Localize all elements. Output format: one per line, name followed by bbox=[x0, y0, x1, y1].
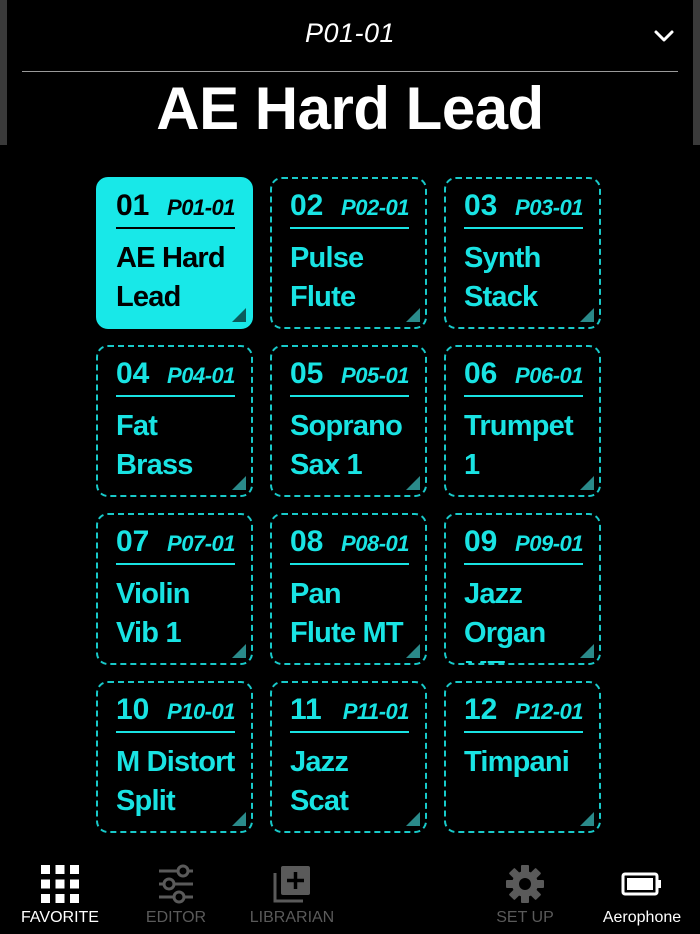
card-header: 03 P03-01 bbox=[464, 189, 583, 229]
nav-librarian-label: LIBRARIAN bbox=[249, 909, 335, 926]
card-patch-name: Pulse Flute bbox=[290, 242, 364, 313]
corner-triangle-icon bbox=[232, 476, 246, 490]
card-patch-name: M Distort Split bbox=[116, 746, 235, 817]
card-index: 04 bbox=[116, 357, 150, 390]
card-header: 02 P02-01 bbox=[290, 189, 409, 229]
favorite-card-10[interactable]: 10 P10-01 M Distort Split bbox=[96, 681, 253, 833]
corner-triangle-icon bbox=[580, 476, 594, 490]
header-divider bbox=[22, 71, 678, 72]
card-patch-number: P11-01 bbox=[342, 699, 410, 724]
card-index: 07 bbox=[116, 525, 150, 558]
nav-editor[interactable]: EDITOR bbox=[116, 855, 236, 934]
favorite-card-01[interactable]: 01 P01-01 AE Hard Lead bbox=[96, 177, 253, 329]
chevron-down-icon[interactable] bbox=[650, 22, 678, 50]
card-patch-name: Jazz Organ MT bbox=[464, 578, 546, 663]
favorite-card-05[interactable]: 05 P05-01 Soprano Sax 1 bbox=[270, 345, 427, 497]
card-patch-name: Jazz Scat bbox=[290, 746, 349, 817]
favorite-card-03[interactable]: 03 P03-01 Synth Stack bbox=[444, 177, 601, 329]
battery-icon bbox=[621, 872, 661, 896]
card-header: 09 P09-01 bbox=[464, 525, 583, 565]
card-index: 08 bbox=[290, 525, 324, 558]
card-patch-number: P03-01 bbox=[515, 195, 583, 220]
card-header: 01 P01-01 bbox=[116, 189, 235, 229]
card-index: 02 bbox=[290, 189, 324, 222]
favorite-card-12[interactable]: 12 P12-01 Timpani bbox=[444, 681, 601, 833]
card-header: 12 P12-01 bbox=[464, 693, 583, 733]
card-header: 07 P07-01 bbox=[116, 525, 235, 565]
corner-triangle-icon bbox=[580, 308, 594, 322]
card-index: 12 bbox=[464, 693, 498, 726]
corner-triangle-icon bbox=[232, 644, 246, 658]
card-header: 06 P06-01 bbox=[464, 357, 583, 397]
card-patch-number: P07-01 bbox=[167, 531, 235, 556]
nav-device-label: Aerophone bbox=[602, 909, 682, 926]
card-header: 11 P11-01 bbox=[290, 693, 410, 733]
corner-triangle-icon bbox=[232, 308, 246, 322]
nav-librarian[interactable]: LIBRARIAN bbox=[232, 855, 352, 934]
current-patch-name: AE Hard Lead bbox=[156, 75, 544, 142]
card-header: 10 P10-01 bbox=[116, 693, 235, 733]
corner-triangle-icon bbox=[232, 812, 246, 826]
nav-setup-label: SET UP bbox=[496, 909, 554, 926]
card-patch-number: P12-01 bbox=[515, 699, 583, 724]
card-patch-number: P06-01 bbox=[515, 363, 583, 388]
card-index: 01 bbox=[116, 189, 150, 222]
card-patch-name: Trumpet 1 bbox=[464, 410, 574, 481]
card-header: 08 P08-01 bbox=[290, 525, 409, 565]
card-patch-number: P08-01 bbox=[341, 531, 409, 556]
favorite-card-02[interactable]: 02 P02-01 Pulse Flute bbox=[270, 177, 427, 329]
corner-triangle-icon bbox=[406, 644, 420, 658]
corner-triangle-icon bbox=[406, 308, 420, 322]
corner-triangle-icon bbox=[580, 644, 594, 658]
gear-icon bbox=[506, 865, 544, 903]
nav-device[interactable]: Aerophone bbox=[582, 855, 700, 934]
nav-favorite-label: FAVORITE bbox=[21, 909, 99, 926]
card-patch-name: Soprano Sax 1 bbox=[290, 410, 403, 481]
header: P01-01 AE Hard Lead bbox=[0, 0, 700, 145]
card-patch-number: P09-01 bbox=[515, 531, 583, 556]
nav-editor-label: EDITOR bbox=[145, 909, 207, 926]
card-patch-name: Violin Vib 1 bbox=[116, 578, 190, 649]
card-header: 04 P04-01 bbox=[116, 357, 235, 397]
current-patch-number: P01-01 bbox=[304, 18, 396, 48]
bottom-nav: FAVORITE EDITOR LIBRARIAN SET UP Aeropho… bbox=[0, 855, 700, 934]
favorite-card-04[interactable]: 04 P04-01 Fat Brass bbox=[96, 345, 253, 497]
card-patch-name: AE Hard Lead bbox=[116, 242, 226, 313]
card-patch-number: P02-01 bbox=[341, 195, 409, 220]
card-patch-name: Timpani bbox=[464, 746, 570, 778]
favorite-card-09[interactable]: 09 P09-01 Jazz Organ MT bbox=[444, 513, 601, 665]
app-root: P01-01 AE Hard Lead 01 P01-01 AE Hard Le… bbox=[0, 0, 700, 934]
card-patch-name: Fat Brass bbox=[116, 410, 193, 481]
favorite-card-11[interactable]: 11 P11-01 Jazz Scat bbox=[270, 681, 427, 833]
library-add-icon bbox=[273, 866, 310, 903]
card-patch-number: P01-01 bbox=[167, 195, 235, 220]
nav-favorite[interactable]: FAVORITE bbox=[0, 855, 120, 934]
card-patch-number: P04-01 bbox=[167, 363, 235, 388]
card-index: 09 bbox=[464, 525, 498, 558]
grid-icon bbox=[41, 865, 79, 903]
favorite-card-08[interactable]: 08 P08-01 Pan Flute MT bbox=[270, 513, 427, 665]
card-patch-name: Pan Flute MT bbox=[290, 578, 404, 649]
corner-triangle-icon bbox=[406, 812, 420, 826]
card-index: 10 bbox=[116, 693, 150, 726]
favorites-grid: 01 P01-01 AE Hard Lead 02 P02-01 Pulse F… bbox=[96, 177, 602, 833]
nav-setup[interactable]: SET UP bbox=[465, 855, 585, 934]
sliders-icon bbox=[159, 864, 193, 904]
card-index: 11 bbox=[290, 693, 322, 726]
card-index: 05 bbox=[290, 357, 324, 390]
card-patch-number: P05-01 bbox=[341, 363, 409, 388]
favorite-card-07[interactable]: 07 P07-01 Violin Vib 1 bbox=[96, 513, 253, 665]
card-index: 03 bbox=[464, 189, 498, 222]
card-patch-name: Synth Stack bbox=[464, 242, 541, 313]
corner-triangle-icon bbox=[580, 812, 594, 826]
card-header: 05 P05-01 bbox=[290, 357, 409, 397]
favorite-card-06[interactable]: 06 P06-01 Trumpet 1 bbox=[444, 345, 601, 497]
card-index: 06 bbox=[464, 357, 498, 390]
corner-triangle-icon bbox=[406, 476, 420, 490]
card-patch-number: P10-01 bbox=[167, 699, 235, 724]
